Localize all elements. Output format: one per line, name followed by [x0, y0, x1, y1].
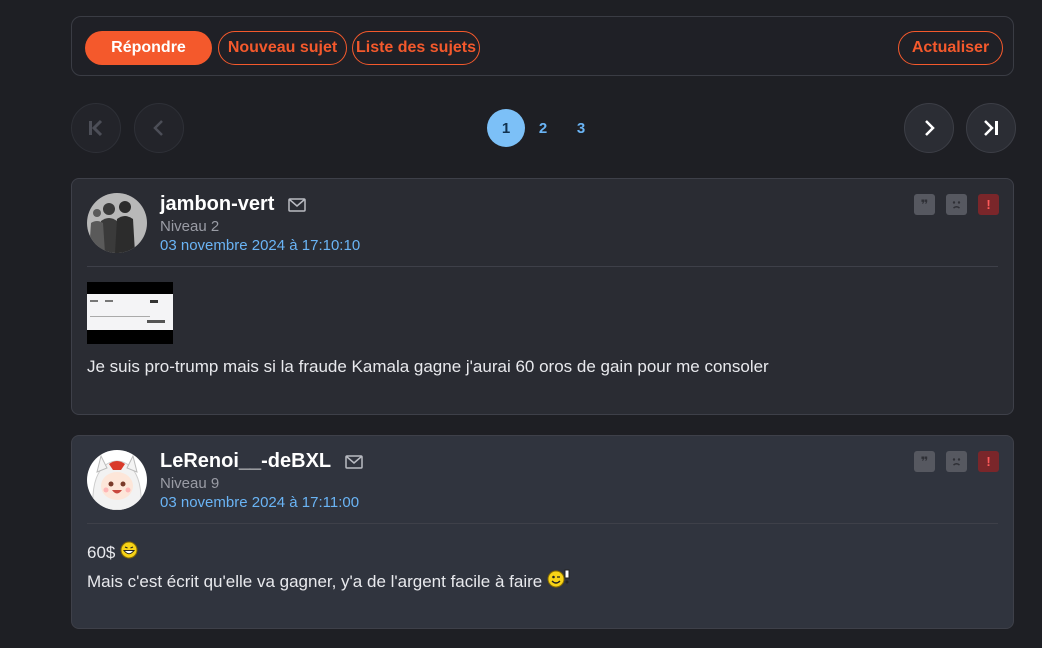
refresh-button[interactable]: Actualiser — [898, 31, 1003, 65]
sad-face-icon[interactable] — [946, 451, 967, 472]
username[interactable]: jambon-vert — [160, 193, 307, 216]
chevron-right-icon — [925, 120, 935, 136]
user-level: Niveau 2 — [160, 218, 220, 235]
post-card: jambon-vert Niveau 2 03 novembre 2024 à … — [71, 178, 1014, 415]
username[interactable]: LeRenoi__-deBXL — [160, 450, 363, 473]
last-page-icon — [984, 120, 998, 136]
reply-button[interactable]: Répondre — [85, 31, 212, 65]
divider — [87, 266, 998, 267]
page-1[interactable]: 1 — [487, 109, 525, 147]
new-topic-button[interactable]: Nouveau sujet — [218, 31, 347, 65]
report-icon[interactable]: ! — [978, 451, 999, 472]
previous-page-button[interactable] — [134, 103, 184, 153]
topic-list-button[interactable]: Liste des sujets — [352, 31, 480, 65]
post-text-line-2: Mais c'est écrit qu'elle va gagner, y'a … — [87, 571, 543, 591]
attached-image-thumbnail[interactable] — [87, 282, 173, 344]
post-date[interactable]: 03 novembre 2024 à 17:11:00 — [160, 494, 359, 511]
quote-icon[interactable]: ❞ — [914, 194, 935, 215]
post-text: Je suis pro-trump mais si la fraude Kama… — [87, 357, 769, 376]
divider — [87, 523, 998, 524]
next-page-button[interactable] — [904, 103, 954, 153]
mail-icon[interactable] — [288, 197, 307, 212]
username-text[interactable]: jambon-vert — [160, 193, 274, 216]
user-level: Niveau 9 — [160, 475, 220, 492]
post-actions: ❞ ! — [914, 451, 999, 472]
post-date[interactable]: 03 novembre 2024 à 17:10:10 — [160, 237, 360, 254]
page-2[interactable]: 2 — [524, 109, 562, 147]
first-page-icon — [89, 119, 103, 137]
page-3[interactable]: 3 — [562, 109, 600, 147]
laughing-emoji-icon — [120, 540, 138, 568]
avatar[interactable] — [87, 193, 147, 253]
action-toolbar: Répondre Nouveau sujet Liste des sujets … — [71, 16, 1014, 76]
username-text[interactable]: LeRenoi__-deBXL — [160, 450, 331, 473]
post-actions: ❞ ! — [914, 194, 999, 215]
last-page-button[interactable] — [966, 103, 1016, 153]
post-card: LeRenoi__-deBXL Niveau 9 03 novembre 202… — [71, 435, 1014, 629]
first-page-button[interactable] — [71, 103, 121, 153]
chevron-left-icon — [153, 120, 163, 136]
quote-icon[interactable]: ❞ — [914, 451, 935, 472]
post-text: 60$ Mais c'est écrit qu'elle va gagner, … — [87, 539, 571, 597]
sad-face-icon[interactable] — [946, 194, 967, 215]
avatar[interactable] — [87, 450, 147, 510]
post-text-line-1: 60$ — [87, 543, 116, 562]
wink-emoji-icon — [547, 568, 571, 597]
report-icon[interactable]: ! — [978, 194, 999, 215]
mail-icon[interactable] — [345, 454, 363, 469]
